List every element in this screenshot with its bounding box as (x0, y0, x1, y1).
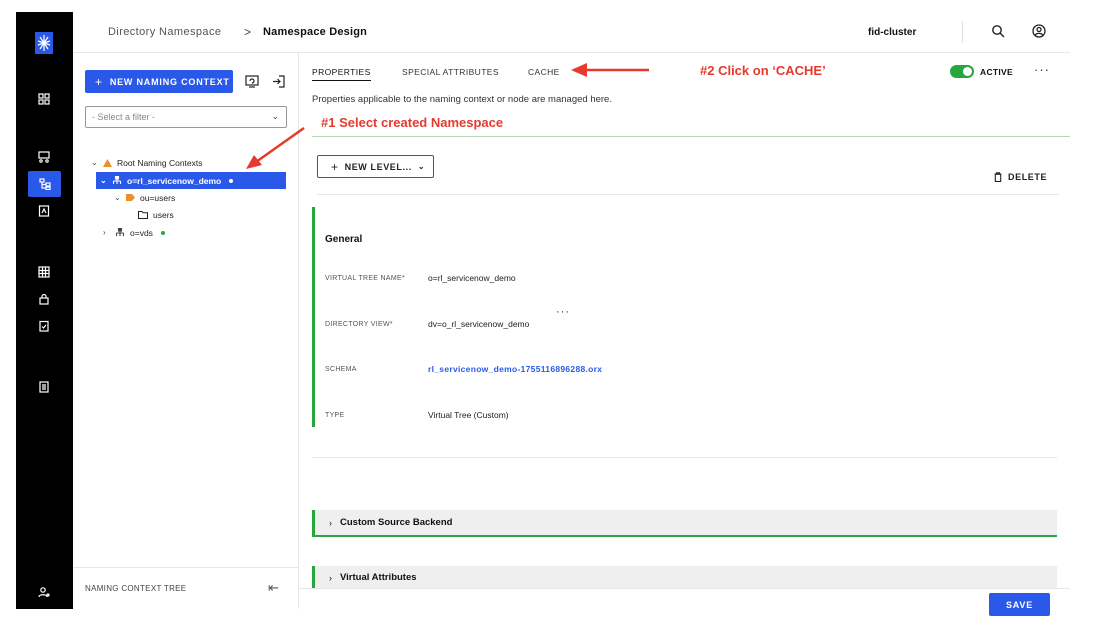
topbar-divider (962, 21, 963, 43)
lock-icon[interactable] (33, 288, 55, 310)
cluster-name[interactable]: fid-cluster (868, 27, 916, 38)
annotation-step2: #2 Click on ‘CACHE’ (700, 63, 826, 78)
chevron-down-icon: ⌄ (271, 111, 279, 121)
tree-node-label: o=rl_servicenow_demo (127, 175, 222, 186)
main-panel: PROPERTIES SPECIAL ATTRIBUTES CACHE ACTI… (299, 53, 1070, 616)
accordion-label: Virtual Attributes (340, 572, 417, 583)
tree-node-selected[interactable]: ⌄ o=rl_servicenow_demo (96, 172, 286, 189)
grid-icon[interactable] (33, 261, 55, 283)
type-value: Virtual Tree (Custom) (428, 410, 509, 420)
new-level-label: NEW LEVEL... (344, 161, 412, 172)
schema-link[interactable]: rl_servicenow_demo-1755116896288.orx (428, 364, 602, 374)
folder-icon (138, 210, 148, 219)
tab-special-attributes[interactable]: SPECIAL ATTRIBUTES (402, 67, 499, 80)
logo-icon[interactable] (35, 32, 53, 54)
save-button[interactable]: SAVE (989, 593, 1050, 616)
tree-node-vds[interactable]: › o=vds (103, 224, 165, 241)
tab-description: Properties applicable to the naming cont… (312, 94, 612, 105)
tree-node-label: Root Naming Contexts (117, 157, 203, 168)
nav-rail (16, 12, 73, 609)
pipeline-icon[interactable] (33, 146, 55, 168)
status-dot (229, 178, 234, 183)
user-settings-icon[interactable] (33, 581, 55, 603)
directory-view-value: dv=o_rl_servicenow_demo (428, 319, 530, 329)
search-icon[interactable] (991, 24, 1005, 43)
tree-icon (115, 228, 125, 237)
tree-icon (112, 176, 122, 185)
divider (312, 136, 1070, 137)
new-naming-context-label: NEW NAMING CONTEXT (109, 76, 230, 87)
top-bar: Directory Namespace > Namespace Design f… (73, 12, 1070, 53)
action-bar (299, 588, 1070, 609)
virtual-tree-name-label: VIRTUAL TREE NAME* (325, 275, 405, 282)
divider (317, 194, 1059, 195)
tree-node-label: ou=users (140, 192, 176, 203)
status-dot (160, 230, 165, 235)
tree-node-root[interactable]: ⌄ Root Naming Contexts (91, 154, 203, 171)
breadcrumb-root[interactable]: Directory Namespace (108, 26, 221, 38)
user-icon[interactable] (1032, 24, 1046, 43)
active-toggle[interactable] (950, 65, 974, 78)
chevron-right-icon[interactable]: › (103, 228, 113, 237)
tree-footer-label: NAMING CONTEXT TREE (85, 584, 187, 593)
directory-view-label: DIRECTORY VIEW* (325, 321, 393, 328)
chevron-down-icon[interactable]: ⌄ (114, 193, 124, 202)
breadcrumb-separator: > (244, 25, 252, 39)
delete-button[interactable]: DELETE (994, 172, 1047, 182)
divider (312, 457, 1057, 458)
tree-footer: NAMING CONTEXT TREE ⇤ (73, 567, 299, 609)
virtual-tree-name-value: o=rl_servicenow_demo (428, 273, 516, 283)
chevron-down-icon[interactable]: ⌄ (100, 176, 110, 185)
more-options-icon[interactable]: ··· (1034, 62, 1050, 77)
filter-placeholder: - Select a filter - (92, 112, 156, 122)
breadcrumb-current: Namespace Design (263, 26, 368, 38)
general-section-bar (312, 207, 315, 427)
export-icon[interactable] (245, 75, 259, 93)
root-context-icon (103, 158, 112, 167)
chevron-right-icon: › (329, 517, 332, 528)
type-label: TYPE (325, 412, 345, 419)
tab-cache[interactable]: CACHE (528, 67, 560, 80)
virtual-attributes-accordion[interactable]: › Virtual Attributes (312, 566, 1057, 589)
control-panel-icon[interactable] (33, 200, 55, 222)
app-frame: Directory Namespace > Namespace Design f… (16, 12, 1070, 616)
chevron-down-icon[interactable]: ⌄ (91, 158, 101, 167)
new-naming-context-button[interactable]: + NEW NAMING CONTEXT (85, 70, 233, 93)
delete-icon (994, 172, 1002, 182)
plus-icon: + (331, 159, 339, 174)
tree-node-users[interactable]: users (136, 206, 174, 223)
chevron-down-icon: ⌄ (417, 162, 426, 171)
annotation-arrow-icon (571, 63, 649, 77)
collapse-panel-icon[interactable]: ⇤ (268, 580, 279, 596)
clipboard-check-icon[interactable] (33, 315, 55, 337)
schema-label: SCHEMA (325, 366, 357, 373)
list-icon[interactable] (33, 376, 55, 398)
tree-node-ou-users[interactable]: ⌄ ou=users (114, 189, 175, 206)
active-label: ACTIVE (980, 67, 1013, 77)
tree-node-label: o=vds (130, 227, 153, 238)
delete-label: DELETE (1008, 172, 1048, 182)
annotation-arrow-icon (246, 126, 305, 169)
directory-view-more-icon[interactable]: ··· (556, 306, 570, 318)
chevron-right-icon: › (329, 572, 332, 583)
new-level-button[interactable]: + NEW LEVEL... ⌄ (317, 155, 434, 178)
custom-source-backend-accordion[interactable]: › Custom Source Backend (312, 510, 1057, 537)
tree-node-label: users (153, 209, 174, 220)
import-icon[interactable] (272, 75, 285, 93)
namespace-icon[interactable] (28, 171, 61, 197)
tag-icon (126, 194, 135, 201)
general-section-title: General (325, 234, 363, 245)
plus-icon: + (95, 74, 103, 89)
annotation-step1: #1 Select created Namespace (321, 115, 504, 130)
accordion-label: Custom Source Backend (340, 517, 453, 528)
tab-properties[interactable]: PROPERTIES (312, 67, 371, 81)
dashboard-icon[interactable] (33, 88, 55, 110)
